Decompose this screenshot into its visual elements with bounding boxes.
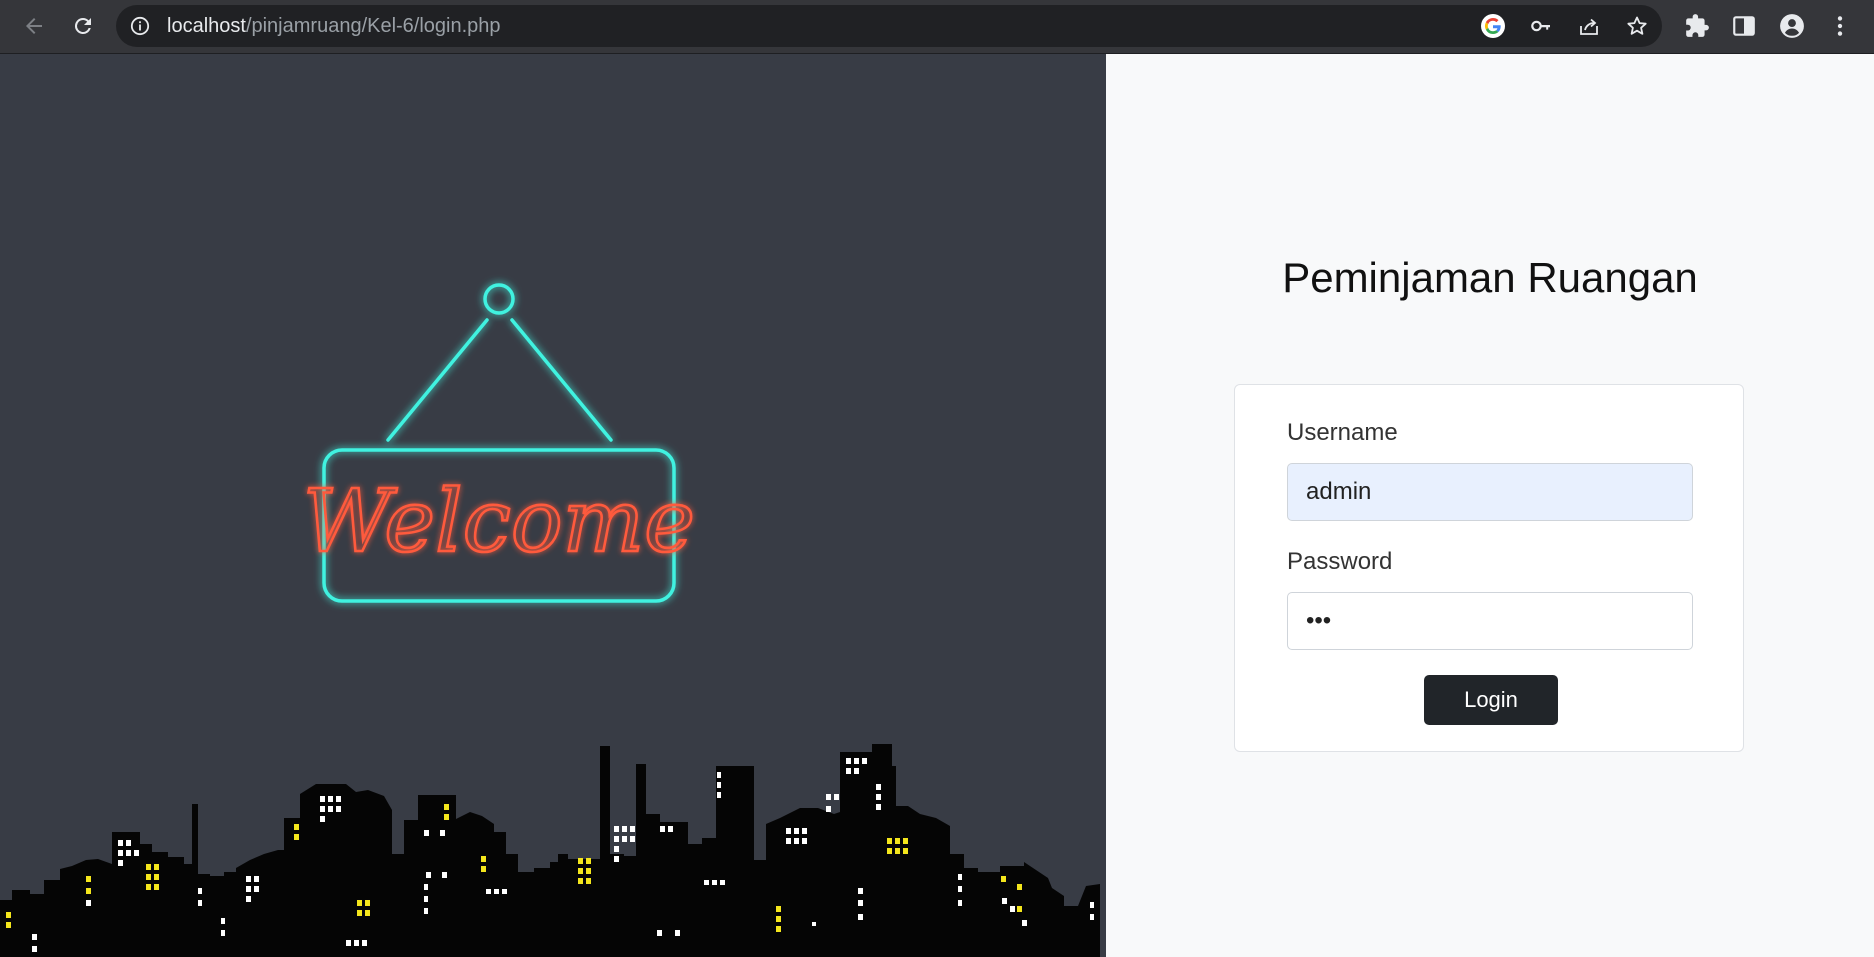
browser-toolbar: localhost/pinjamruang/Kel-6/login.php xyxy=(0,0,1874,54)
login-panel: Peminjaman Ruangan Username Password Log… xyxy=(1106,54,1874,957)
login-form-card: Username Password Login xyxy=(1234,384,1744,752)
reload-icon[interactable] xyxy=(65,8,101,44)
url-host: localhost xyxy=(167,15,246,37)
star-icon[interactable] xyxy=(1625,14,1649,38)
username-label: Username xyxy=(1287,419,1398,446)
url-path: /pinjamruang/Kel-6/login.php xyxy=(245,15,501,37)
neon-welcome-text: Welcome xyxy=(303,472,695,572)
share-icon[interactable] xyxy=(1577,14,1601,38)
page-content: Welcome Peminjaman Ruangan Username admi… xyxy=(0,54,1874,957)
info-icon[interactable] xyxy=(130,16,150,36)
login-button[interactable]: Login xyxy=(1424,675,1558,725)
password-input[interactable] xyxy=(1287,592,1693,650)
side-panel-icon[interactable] xyxy=(1731,13,1757,39)
welcome-illustration: Welcome xyxy=(0,54,1106,957)
back-arrow-icon[interactable] xyxy=(16,8,52,44)
address-bar[interactable]: localhost/pinjamruang/Kel-6/login.php xyxy=(116,5,1662,47)
key-icon[interactable] xyxy=(1529,14,1553,38)
profile-icon[interactable] xyxy=(1779,13,1805,39)
url-text[interactable]: localhost/pinjamruang/Kel-6/login.php xyxy=(167,5,501,47)
welcome-sign-illustration: Welcome xyxy=(0,283,1100,957)
city-skyline xyxy=(0,744,1100,957)
username-input[interactable] xyxy=(1287,463,1693,521)
kebab-menu-icon[interactable] xyxy=(1827,13,1853,39)
page-title: Peminjaman Ruangan xyxy=(1282,254,1698,301)
password-label: Password xyxy=(1287,548,1393,575)
puzzle-icon[interactable] xyxy=(1684,13,1710,39)
google-icon[interactable] xyxy=(1481,14,1505,38)
